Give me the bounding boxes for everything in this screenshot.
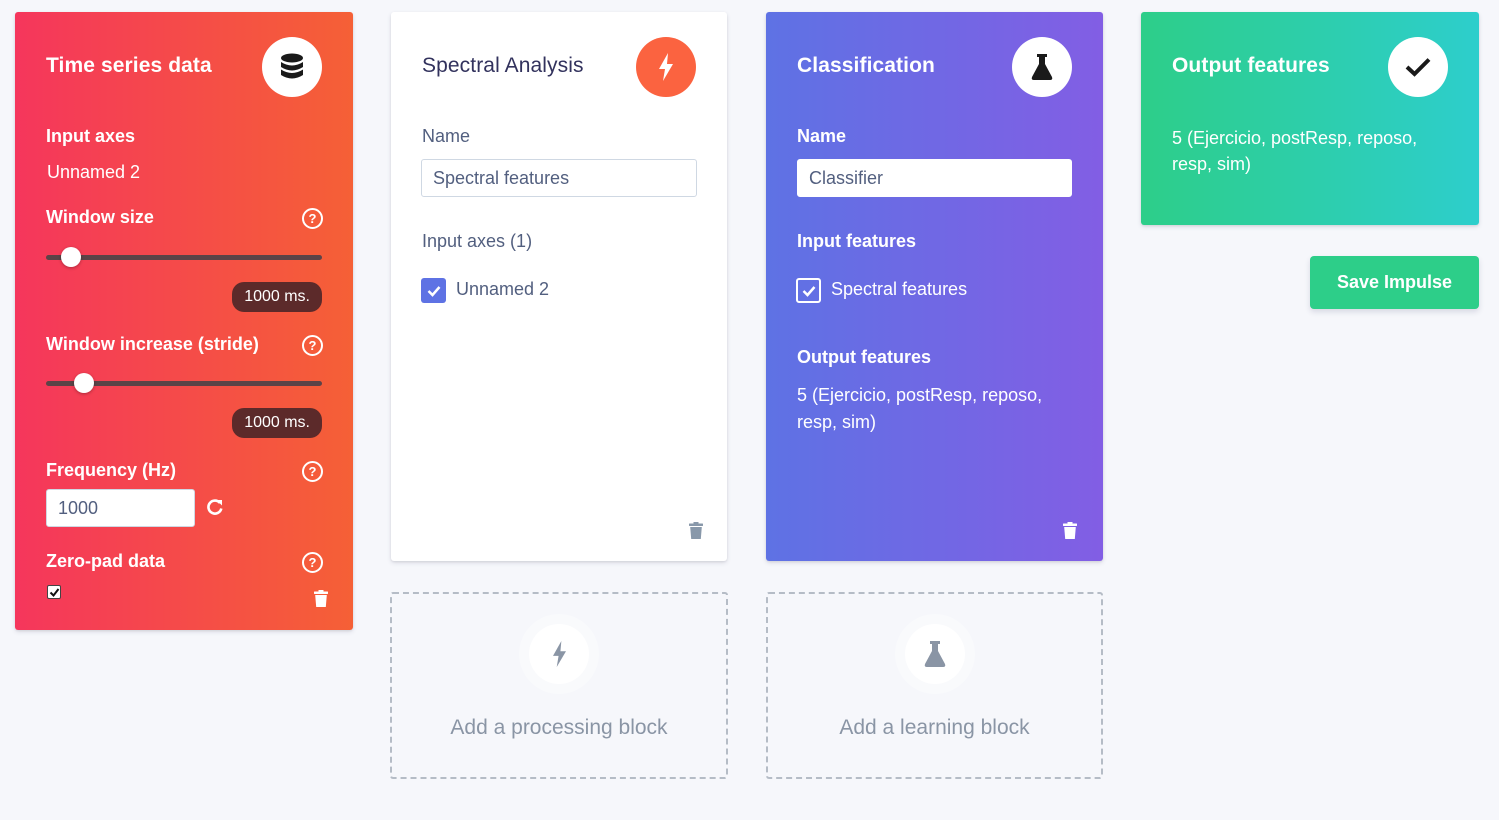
zero-pad-checkbox[interactable]: [47, 585, 61, 599]
processing-name-input[interactable]: Spectral features: [421, 159, 697, 197]
learning-block-card: Classification Name Classifier Input fea…: [766, 12, 1103, 561]
database-icon: [262, 37, 322, 97]
axis-item-label: Unnamed 2: [456, 279, 550, 299]
classifier-name-input[interactable]: Classifier: [797, 159, 1072, 197]
input-features-label: Input features: [797, 231, 917, 251]
time-series-title: Time series data: [46, 54, 212, 77]
help-icon[interactable]: ?: [302, 335, 323, 356]
window-size-label: Window size: [46, 207, 154, 227]
input-axes-label: Input axes (1): [422, 231, 533, 251]
time-series-card: Time series data Input axes Unnamed 2 Wi…: [15, 12, 353, 630]
refresh-icon[interactable]: [206, 498, 224, 516]
flask-icon: [1012, 37, 1072, 97]
help-icon[interactable]: ?: [302, 552, 323, 573]
feature-item-label: Spectral features: [831, 279, 968, 299]
output-features-label: Output features: [797, 347, 932, 367]
help-icon[interactable]: ?: [302, 208, 323, 229]
window-increase-label: Window increase (stride): [46, 334, 259, 354]
output-features-card: Output features 5 (Ejercicio, postResp, …: [1141, 12, 1479, 225]
window-increase-slider[interactable]: [46, 373, 322, 393]
add-processing-block[interactable]: Add a processing block: [390, 592, 728, 779]
window-size-slider-thumb[interactable]: [61, 247, 82, 267]
window-size-badge: 1000 ms.: [232, 282, 322, 312]
feature-checkbox[interactable]: [796, 278, 821, 303]
lightning-icon: [636, 37, 696, 97]
delete-icon[interactable]: [314, 590, 328, 607]
help-icon[interactable]: ?: [302, 461, 323, 482]
input-axes-label: Input axes: [46, 126, 136, 146]
classification-title: Classification: [797, 54, 935, 77]
zero-pad-label: Zero-pad data: [46, 551, 166, 571]
lightning-icon: [529, 624, 589, 684]
input-axes-value: Unnamed 2: [47, 162, 141, 182]
window-size-slider[interactable]: [46, 247, 322, 267]
delete-icon[interactable]: [1063, 522, 1077, 539]
output-features-value: 5 (Ejercicio, postResp, reposo, resp, si…: [797, 385, 1043, 432]
processing-block-card: Spectral Analysis Name Spectral features…: [391, 12, 727, 561]
name-label: Name: [422, 126, 471, 146]
frequency-label: Frequency (Hz): [46, 460, 177, 480]
save-impulse-button[interactable]: Save Impulse: [1310, 256, 1479, 309]
frequency-input[interactable]: 1000: [46, 489, 195, 527]
flask-icon: [904, 624, 965, 684]
processing-title: Spectral Analysis: [422, 54, 584, 77]
output-features-value: 5 (Ejercicio, postResp, reposo, resp, si…: [1172, 128, 1418, 174]
output-title: Output features: [1172, 54, 1330, 77]
window-increase-slider-thumb[interactable]: [74, 373, 95, 393]
add-processing-label: Add a processing block: [450, 716, 668, 739]
axis-checkbox[interactable]: [421, 278, 446, 303]
checkmark-icon: [1388, 37, 1448, 97]
add-learning-label: Add a learning block: [839, 716, 1030, 739]
delete-icon[interactable]: [689, 522, 703, 539]
name-label: Name: [797, 126, 847, 146]
add-learning-block[interactable]: Add a learning block: [766, 592, 1103, 779]
window-increase-badge: 1000 ms.: [232, 408, 322, 438]
